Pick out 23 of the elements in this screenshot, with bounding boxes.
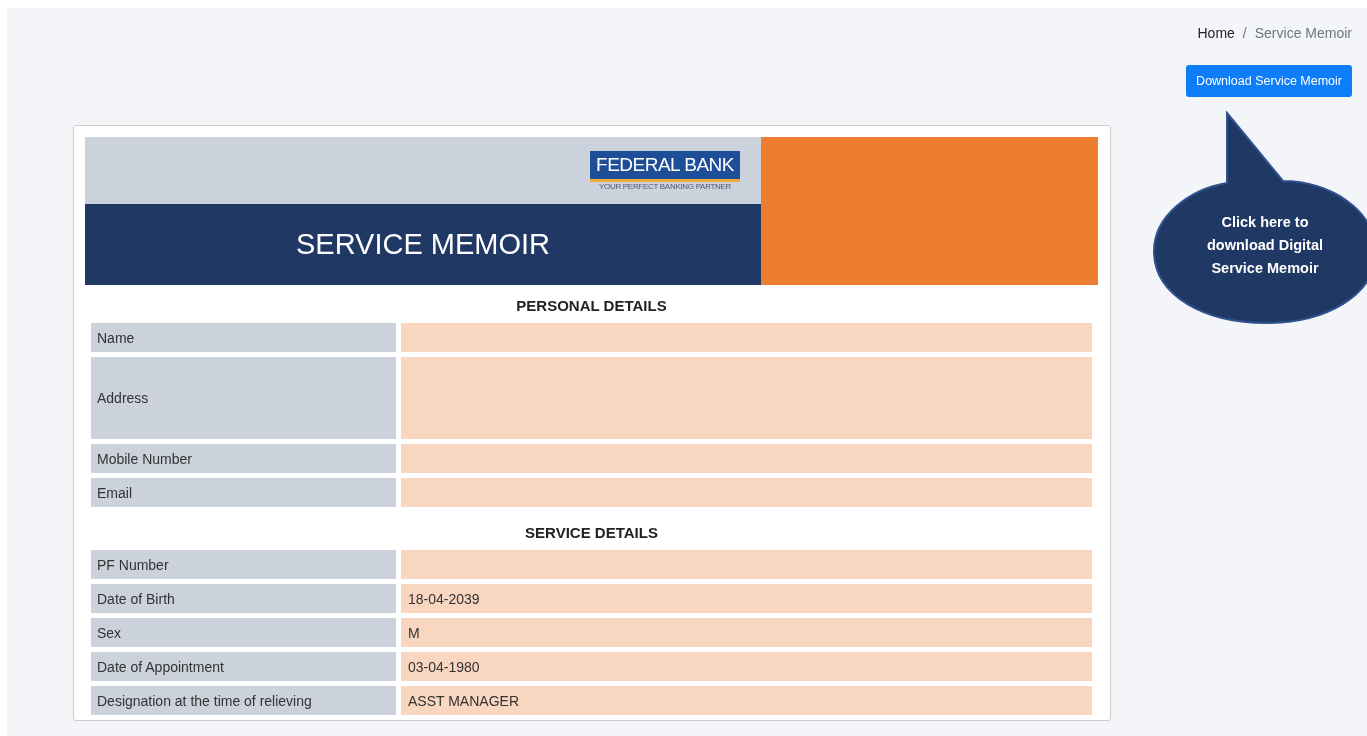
breadcrumb-link[interactable]: Service Memoir	[1254, 25, 1352, 41]
breadcrumb-link[interactable]: Home	[1197, 25, 1235, 41]
document-title: SERVICE MEMOIR	[295, 228, 551, 261]
logo-tagline: YOUR PERFECT BANKING PARTNER	[598, 181, 733, 191]
section-heading: SERVICE DETAILS	[524, 523, 659, 543]
field-label: Date of Birth	[91, 584, 396, 613]
field-label: Designation at the time of relieving	[91, 686, 396, 715]
field-label: Name	[91, 323, 396, 352]
field-value: ASST MANAGER	[401, 686, 1092, 715]
callout-text: Click here to download Digital Service Memoir	[1206, 213, 1324, 278]
download-button[interactable]: Download Service Memoir	[1186, 65, 1352, 97]
section-heading: PERSONAL DETAILS	[515, 296, 668, 316]
field-label: Mobile Number	[91, 444, 396, 473]
breadcrumb-separator: /	[1242, 25, 1247, 41]
field-value: 03-04-1980	[401, 652, 1092, 681]
field-label: PF Number	[91, 550, 396, 579]
field-value: M	[401, 618, 1092, 647]
logo-text: FEDERAL BANK	[596, 153, 734, 175]
field-label: Sex	[91, 618, 396, 647]
field-label: Date of Appointment	[91, 652, 396, 681]
field-value: 18-04-2039	[401, 584, 1092, 613]
field-label: Address	[91, 357, 396, 439]
field-label: Email	[91, 478, 396, 507]
